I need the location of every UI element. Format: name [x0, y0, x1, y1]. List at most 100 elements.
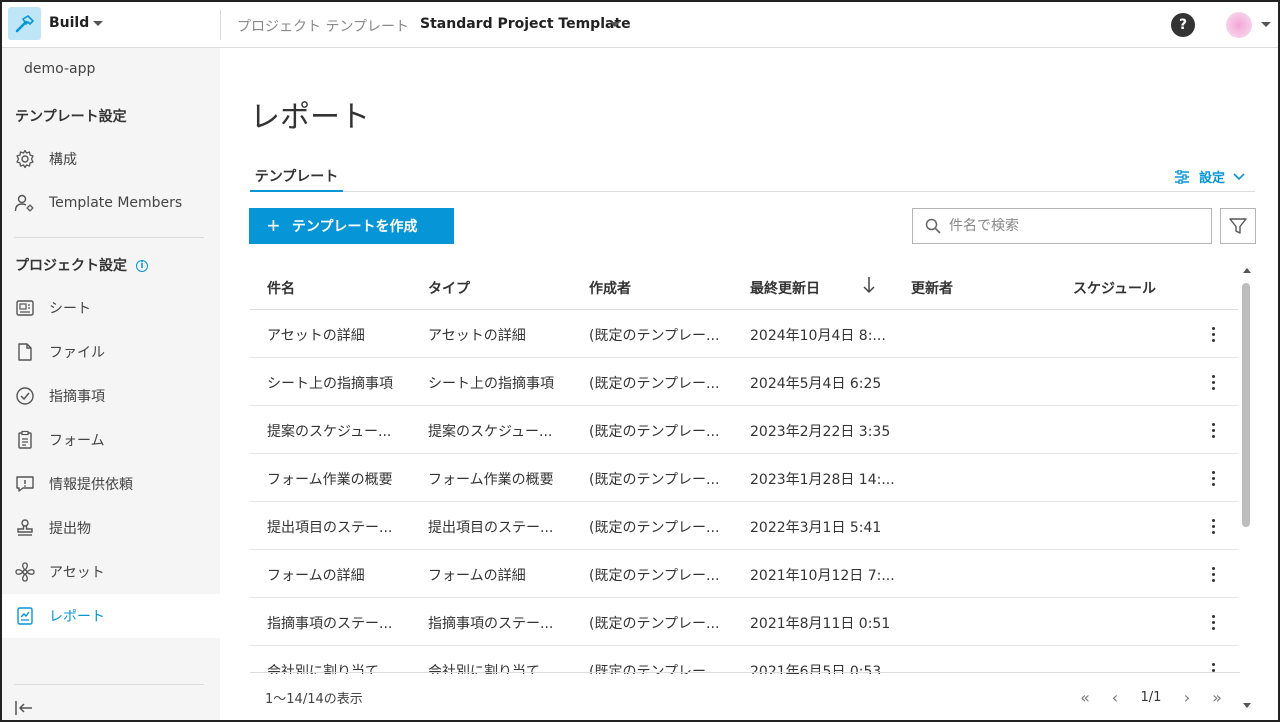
sidebar-item-forms[interactable]: フォーム	[2, 418, 220, 462]
sidebar-item-template-members[interactable]: Template Members	[2, 181, 220, 225]
sidebar-item-configuration[interactable]: 構成	[2, 137, 220, 181]
column-header-updater[interactable]: 更新者	[911, 278, 953, 298]
sidebar-item-label: 指摘事項	[49, 389, 105, 405]
clipboard-icon	[14, 429, 36, 451]
sort-descending-icon[interactable]	[862, 276, 876, 294]
first-page-icon[interactable]: «	[1070, 685, 1100, 709]
app-window: Build プロジェクト テンプレート Standard Project Tem…	[0, 0, 1280, 722]
page-indicator: 1/1	[1140, 689, 1162, 705]
previous-page-icon[interactable]: ‹	[1100, 685, 1130, 709]
cell-last-updated: 2023年2月22日 3:35	[750, 424, 891, 440]
collapse-sidebar-icon[interactable]	[14, 699, 34, 720]
top-header: Build プロジェクト テンプレート Standard Project Tem…	[2, 2, 1278, 48]
tabs-divider	[250, 191, 1255, 192]
cell-last-updated: 2021年8月11日 0:51	[750, 616, 891, 632]
cell-name[interactable]: フォームの詳細	[267, 565, 412, 585]
sidebar-item-reports[interactable]: レポート	[2, 594, 220, 638]
pagination: « ‹ 1/1 › »	[1070, 685, 1232, 709]
filter-button[interactable]	[1220, 208, 1256, 244]
fan-icon	[14, 561, 36, 583]
cell-name[interactable]: 提案のスケジュー...	[267, 421, 412, 441]
table-row[interactable]: シート上の指摘事項 シート上の指摘事項 (既定のテンプレー... 2024年5月4日 …	[250, 358, 1238, 406]
sidebar-item-sheets[interactable]: シート	[2, 286, 220, 330]
cell-type: シート上の指摘事項	[428, 376, 554, 392]
sidebar-item-files[interactable]: ファイル	[2, 330, 220, 374]
cell-type: 提出項目のステー...	[428, 520, 554, 536]
cell-creator: (既定のテンプレー...	[589, 520, 720, 536]
check-circle-icon	[14, 385, 36, 407]
tab-templates[interactable]: テンプレート	[250, 166, 343, 192]
settings-dropdown[interactable]: 設定	[1174, 167, 1245, 186]
table-row[interactable]: 会社別に割り当て... 会社別に割り当て... (既定のテンプレー... 2021年6…	[250, 646, 1238, 674]
more-options-icon[interactable]	[1203, 468, 1223, 488]
column-header-last-updated[interactable]: 最終更新日	[750, 278, 820, 298]
table-row[interactable]: 指摘事項のステー... 指摘事項のステー... (既定のテンプレー... 2021年8…	[250, 598, 1238, 646]
project-switcher-chevron-down-icon[interactable]	[610, 22, 620, 27]
cell-creator: (既定のテンプレー...	[589, 616, 720, 632]
help-button[interactable]: ?	[1171, 13, 1195, 37]
sidebar-item-label: フォーム	[49, 433, 105, 449]
search-box[interactable]	[912, 208, 1212, 244]
scroll-down-arrow-icon[interactable]	[1243, 703, 1251, 708]
cell-name[interactable]: アセットの詳細	[267, 325, 412, 345]
stamp-icon	[14, 517, 36, 539]
sidebar-item-issues[interactable]: 指摘事項	[2, 374, 220, 418]
table-row[interactable]: 提案のスケジュー... 提案のスケジュー... (既定のテンプレー... 2023年2…	[250, 406, 1238, 454]
table-row[interactable]: 提出項目のステー... 提出項目のステー... (既定のテンプレー... 2022年3…	[250, 502, 1238, 550]
file-icon	[14, 341, 36, 363]
cell-name[interactable]: シート上の指摘事項	[267, 373, 412, 393]
search-input[interactable]	[949, 218, 1189, 234]
sidebar-item-label: アセット	[49, 565, 105, 581]
column-header-schedule[interactable]: スケジュール	[1073, 278, 1156, 298]
avatar[interactable]	[1226, 12, 1252, 38]
column-header-creator[interactable]: 作成者	[589, 278, 631, 298]
plus-icon: +	[267, 213, 280, 238]
member-settings-icon	[14, 192, 36, 214]
next-page-icon[interactable]: ›	[1172, 685, 1202, 709]
scroll-thumb[interactable]	[1242, 283, 1250, 527]
more-options-icon[interactable]	[1203, 564, 1223, 584]
info-icon[interactable]: i	[136, 260, 148, 272]
sidebar-item-assets[interactable]: アセット	[2, 550, 220, 594]
sidebar: demo-app テンプレート設定 構成 Template Members プロ…	[2, 48, 220, 720]
cell-name[interactable]: 提出項目のステー...	[267, 517, 412, 537]
more-options-icon[interactable]	[1203, 372, 1223, 392]
cell-name[interactable]: 指摘事項のステー...	[267, 613, 412, 633]
reports-table: 件名 タイプ 作成者 最終更新日 更新者 スケジュール アセットの詳細 アセットの…	[250, 264, 1238, 674]
sidebar-item-label: ファイル	[49, 345, 105, 361]
app-name[interactable]: Build	[49, 15, 89, 31]
table-row[interactable]: フォーム作業の概要 フォーム作業の概要 (既定のテンプレー... 2023年1月28日…	[250, 454, 1238, 502]
table-row[interactable]: フォームの詳細 フォームの詳細 (既定のテンプレー... 2021年10月12日 7:…	[250, 550, 1238, 598]
project-settings-heading-text: プロジェクト設定	[15, 258, 127, 274]
breadcrumb-section[interactable]: プロジェクト テンプレート	[237, 16, 409, 36]
sidebar-item-submittals[interactable]: 提出物	[2, 506, 220, 550]
create-template-button[interactable]: + テンプレートを作成	[249, 208, 454, 244]
header-divider	[220, 10, 221, 40]
cell-last-updated: 2024年5月4日 6:25	[750, 376, 882, 392]
chevron-down-icon	[1233, 172, 1245, 180]
breadcrumb-current[interactable]: Standard Project Template	[420, 16, 631, 32]
more-options-icon[interactable]	[1203, 612, 1223, 632]
table-scrollbar[interactable]	[1240, 266, 1254, 712]
more-options-icon[interactable]	[1203, 420, 1223, 440]
cell-last-updated: 2021年10月12日 7:...	[750, 568, 895, 584]
column-header-name[interactable]: 件名	[267, 278, 295, 298]
report-icon	[14, 605, 36, 627]
sidebar-item-rfi[interactable]: 情報提供依頼	[2, 462, 220, 506]
more-options-icon[interactable]	[1203, 516, 1223, 536]
search-icon	[925, 218, 941, 234]
build-hammer-icon[interactable]	[8, 7, 41, 40]
cell-creator: (既定のテンプレー...	[589, 568, 720, 584]
sidebar-item-label: 提出物	[49, 521, 91, 537]
user-menu-chevron-down-icon[interactable]	[1261, 22, 1271, 27]
cell-creator: (既定のテンプレー...	[589, 472, 720, 488]
page-title: レポート	[250, 100, 370, 135]
app-switcher-chevron-down-icon[interactable]	[93, 21, 103, 26]
sidebar-project-name: demo-app	[24, 61, 96, 77]
scroll-up-arrow-icon[interactable]	[1243, 268, 1251, 273]
more-options-icon[interactable]	[1203, 324, 1223, 344]
column-header-type[interactable]: タイプ	[428, 278, 470, 298]
last-page-icon[interactable]: »	[1202, 685, 1232, 709]
cell-name[interactable]: フォーム作業の概要	[267, 469, 412, 489]
table-row[interactable]: アセットの詳細 アセットの詳細 (既定のテンプレー... 2024年10月4日 8:.…	[250, 310, 1238, 358]
